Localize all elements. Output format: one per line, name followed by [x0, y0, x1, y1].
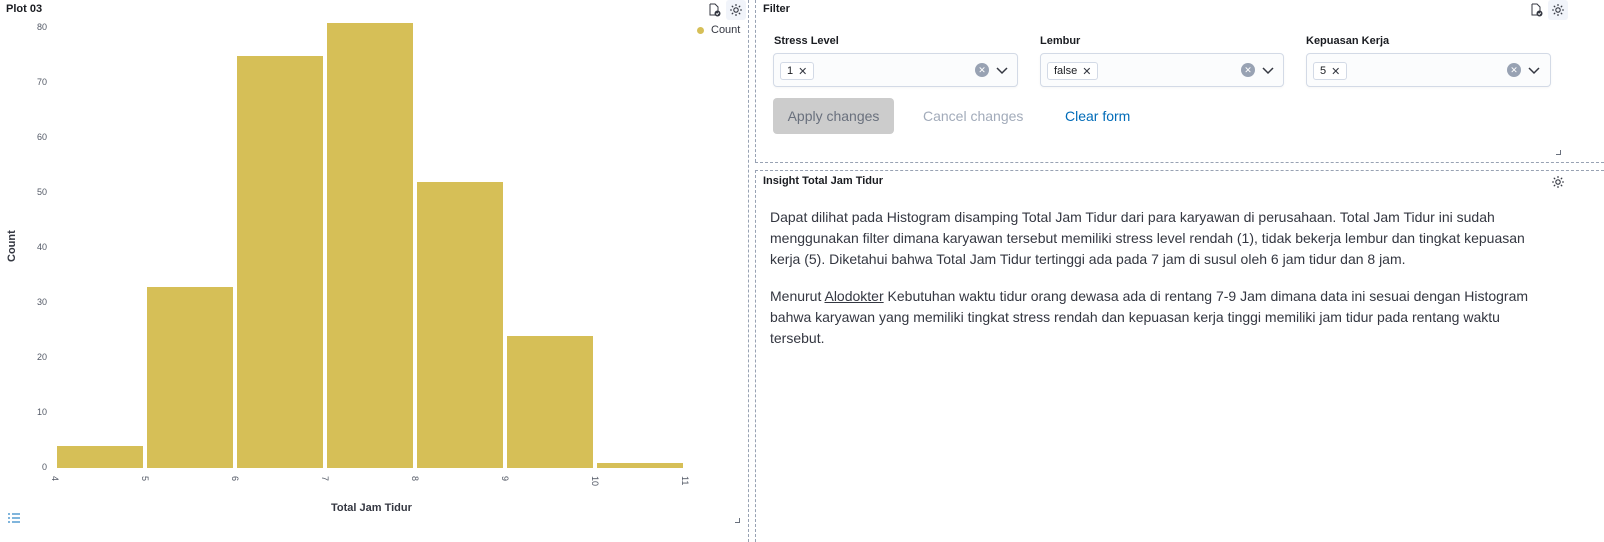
histogram-bar[interactable]: [597, 462, 683, 468]
clear-icon[interactable]: ✕: [1241, 63, 1255, 77]
y-tick-label: 50: [36, 187, 47, 197]
plot-panel: Plot 03 0 10 20 30 40 50 60 70 80 4 5 6 7 8 9 10 11 Cou…: [0, 0, 748, 530]
pill-value: 5: [1320, 65, 1327, 77]
list-icon[interactable]: [4, 508, 24, 528]
legend-swatch: [697, 26, 704, 34]
y-tick-label: 10: [36, 407, 47, 417]
remove-pill-icon[interactable]: ✕: [798, 65, 807, 78]
pill-value: false: [1054, 65, 1078, 77]
x-tick-label: 6: [230, 476, 240, 482]
paragraph-text: Kebutuhan waktu tidur orang dewasa ada d…: [770, 288, 1529, 346]
alodokter-link[interactable]: Alodokter: [824, 288, 883, 304]
y-tick-label: 40: [36, 242, 47, 252]
file-check-icon[interactable]: [1526, 0, 1546, 20]
x-tick-label: 10: [590, 476, 600, 487]
insight-paragraph-1: Dapat dilihat pada Histogram disamping T…: [770, 209, 1525, 267]
chevron-down-icon[interactable]: [1526, 62, 1542, 78]
panel-divider: [748, 0, 749, 542]
apply-changes-button[interactable]: Apply changes: [773, 98, 894, 134]
y-tick-label: 70: [36, 77, 47, 87]
lembur-select[interactable]: false ✕ ✕: [1040, 53, 1284, 87]
y-tick-label: 60: [36, 132, 47, 142]
selected-pill: false ✕: [1047, 62, 1099, 80]
stress-level-select[interactable]: 1 ✕ ✕: [773, 53, 1018, 87]
resize-handle[interactable]: [1556, 150, 1561, 155]
clear-icon[interactable]: ✕: [1507, 63, 1521, 77]
clear-icon[interactable]: ✕: [975, 63, 989, 77]
chevron-down-icon[interactable]: [994, 62, 1010, 78]
x-tick-label: 5: [140, 476, 150, 482]
kepuasan-kerja-label: Kepuasan Kerja: [1306, 35, 1390, 47]
cancel-changes-button[interactable]: Cancel changes: [923, 98, 1023, 134]
pill-value: 1: [787, 65, 794, 77]
selected-pill: 1 ✕: [780, 62, 815, 80]
gear-icon[interactable]: [1548, 172, 1568, 192]
histogram-bar[interactable]: [327, 22, 413, 468]
histogram-bar[interactable]: [147, 286, 233, 468]
panel-divider: [755, 162, 1604, 163]
kepuasan-kerja-select[interactable]: 5 ✕ ✕: [1306, 53, 1551, 87]
insight-paragraph-2: Menurut Alodokter Kebutuhan waktu tidur …: [770, 286, 1550, 349]
remove-pill-icon[interactable]: ✕: [1331, 65, 1340, 78]
chart-legend[interactable]: Count: [697, 24, 740, 36]
legend-label: Count: [711, 24, 741, 36]
resize-handle[interactable]: [735, 518, 740, 523]
paragraph-text: Menurut: [770, 288, 825, 304]
selected-pill: 5 ✕: [1313, 62, 1348, 80]
y-tick-label: 30: [36, 297, 47, 307]
stress-level-label: Stress Level: [774, 35, 839, 47]
histogram-chart: 0 10 20 30 40 50 60 70 80 4 5 6 7 8 9 10 11 Count Total…: [0, 0, 748, 530]
y-tick-label: 0: [41, 462, 47, 472]
panel-title: Insight Total Jam Tidur: [763, 175, 883, 187]
clear-form-button[interactable]: Clear form: [1065, 98, 1130, 134]
panel-title: Filter: [763, 3, 790, 15]
x-tick-label: 4: [50, 476, 60, 482]
y-tick-label: 20: [36, 352, 47, 362]
lembur-label: Lembur: [1040, 35, 1081, 47]
y-axis-title: Count: [6, 230, 18, 262]
histogram-bar[interactable]: [237, 55, 323, 468]
x-tick-label: 8: [410, 476, 420, 482]
histogram-bar[interactable]: [57, 446, 143, 468]
y-tick-label: 80: [36, 22, 47, 32]
x-tick-label: 7: [320, 476, 330, 482]
x-tick-label: 9: [500, 476, 510, 482]
histogram-bar[interactable]: [417, 182, 503, 468]
x-axis-title: Total Jam Tidur: [331, 502, 412, 514]
remove-pill-icon[interactable]: ✕: [1082, 65, 1091, 78]
histogram-bar[interactable]: [507, 336, 593, 468]
x-tick-label: 11: [680, 476, 690, 486]
chevron-down-icon[interactable]: [1260, 62, 1276, 78]
gear-icon[interactable]: [1548, 0, 1568, 20]
